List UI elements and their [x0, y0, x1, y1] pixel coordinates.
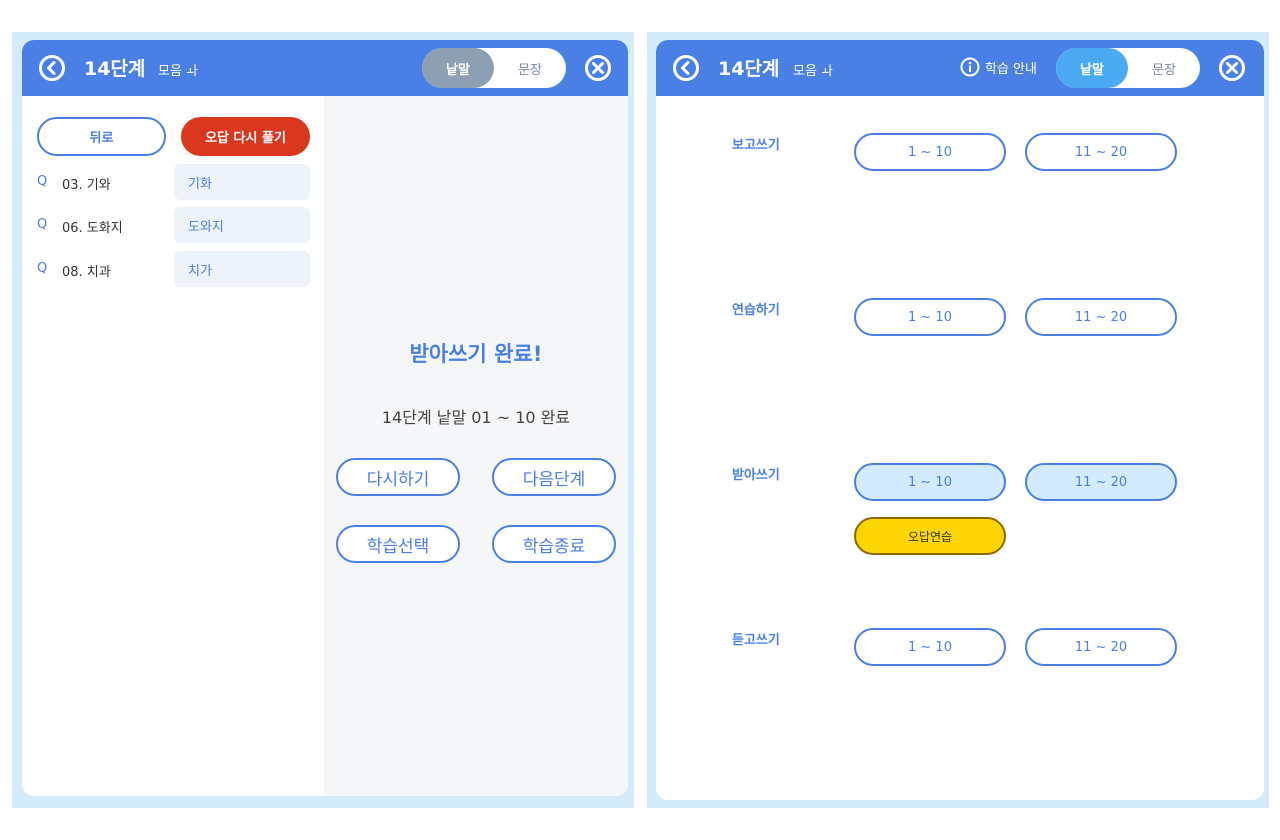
page-subtitle: 모음 ㅘ: [158, 64, 199, 79]
page-subtitle: 모음 ㅘ: [793, 64, 834, 79]
question-text: 03. 기와: [62, 178, 111, 193]
q-label: Q: [37, 174, 48, 189]
question-text: 08. 치과: [62, 265, 111, 280]
completion-message: 14단계 낱말 01 ~ 10 완료: [381, 408, 571, 427]
answer-box: 치가: [174, 251, 310, 287]
study-guide-link[interactable]: 학습 안내: [960, 56, 1037, 78]
q-label: Q: [37, 261, 48, 276]
end-study-button[interactable]: 학습종료: [492, 525, 616, 563]
page-title: 14단계: [84, 58, 146, 80]
left-header: 14단계 모음 ㅘ 낱말 문장: [22, 40, 628, 96]
range-button[interactable]: 11 ~ 20: [1025, 298, 1177, 336]
completion-title: 받아쓰기 완료!: [409, 342, 543, 366]
select-study-button[interactable]: 학습선택: [336, 525, 460, 563]
answer-box: 도와지: [174, 207, 310, 243]
question-text: 06. 도화지: [62, 221, 123, 236]
answer-box: 기화: [174, 164, 310, 200]
next-level-button[interactable]: 다음단계: [492, 458, 616, 496]
q-label: Q: [37, 217, 48, 232]
study-guide-label: 학습 안내: [985, 61, 1037, 77]
retry-wrong-button[interactable]: 오답 다시 풀기: [181, 117, 310, 156]
back-circle-icon[interactable]: [38, 54, 66, 82]
wrong-answer-practice-button[interactable]: 오답연습: [854, 517, 1006, 555]
toggle-sentence[interactable]: 문장: [1128, 48, 1200, 88]
back-button[interactable]: 뒤로: [37, 117, 166, 156]
range-button[interactable]: 1 ~ 10: [854, 463, 1006, 501]
page-title: 14단계: [718, 58, 780, 80]
section-label-listen-write: 듣고쓰기: [732, 633, 780, 648]
completion-pane: 받아쓰기 완료! 14단계 낱말 01 ~ 10 완료 다시하기 다음단계 학습…: [324, 96, 628, 796]
close-circle-icon[interactable]: [584, 54, 612, 82]
right-header: 14단계 모음 ㅘ 학습 안내 낱말 문장: [656, 40, 1264, 96]
range-button[interactable]: 1 ~ 10: [854, 133, 1006, 171]
range-button[interactable]: 11 ~ 20: [1025, 133, 1177, 171]
section-label-practice: 연습하기: [732, 303, 780, 318]
toggle-word[interactable]: 낱말: [422, 48, 494, 88]
range-button[interactable]: 11 ~ 20: [1025, 463, 1177, 501]
toggle-word[interactable]: 낱말: [1056, 48, 1128, 88]
left-panel: 14단계 모음 ㅘ 낱말 문장 뒤로 오답 다시 풀기 Q 03. 기와 기화 …: [22, 40, 628, 796]
range-button[interactable]: 1 ~ 10: [854, 298, 1006, 336]
right-panel: 14단계 모음 ㅘ 학습 안내 낱말 문장 보고쓰기 1 ~ 10 11 ~ 2…: [656, 40, 1264, 800]
section-label-look-write: 보고쓰기: [732, 138, 780, 153]
back-circle-icon[interactable]: [672, 54, 700, 82]
range-button[interactable]: 11 ~ 20: [1025, 628, 1177, 666]
toggle-sentence[interactable]: 문장: [494, 48, 566, 88]
info-icon: [960, 57, 980, 77]
retry-button[interactable]: 다시하기: [336, 458, 460, 496]
word-sentence-toggle[interactable]: 낱말 문장: [1056, 48, 1200, 88]
range-button[interactable]: 1 ~ 10: [854, 628, 1006, 666]
word-sentence-toggle[interactable]: 낱말 문장: [422, 48, 566, 88]
close-circle-icon[interactable]: [1218, 54, 1246, 82]
section-label-dictation: 받아쓰기: [732, 468, 780, 483]
